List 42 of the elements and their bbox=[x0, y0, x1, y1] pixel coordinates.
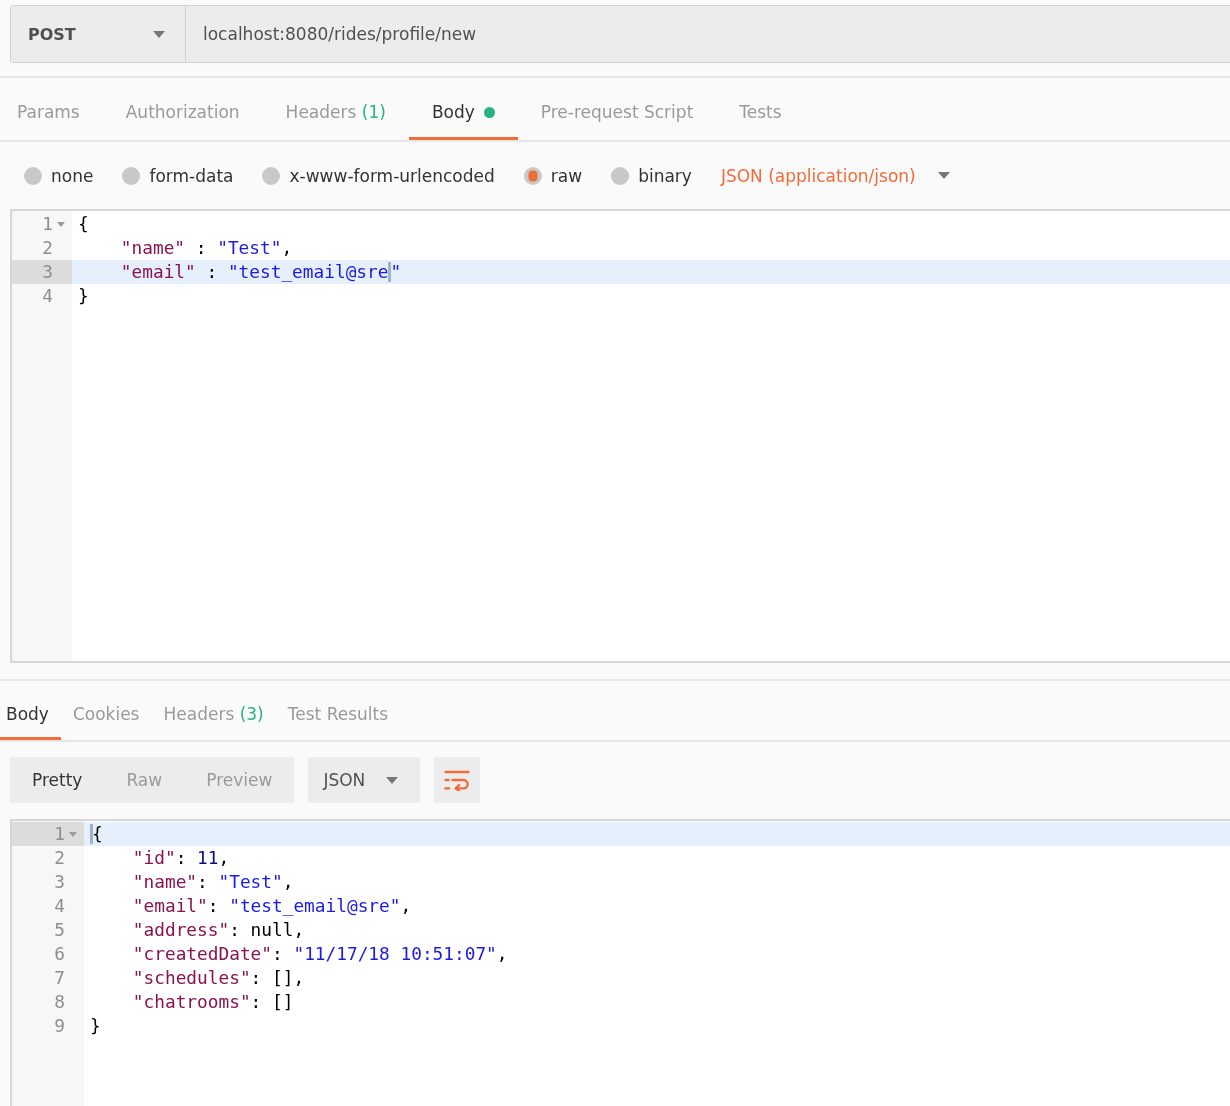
code-line: { bbox=[90, 823, 103, 844]
line-number: 1 bbox=[42, 212, 53, 236]
body-type-option[interactable]: binary bbox=[611, 165, 692, 186]
body-type-option[interactable]: form-data bbox=[122, 165, 234, 186]
line-number: 3 bbox=[54, 870, 65, 894]
fold-caret-icon[interactable] bbox=[57, 221, 65, 227]
code-line: "chatrooms": [] bbox=[132, 991, 294, 1012]
line-number: 2 bbox=[54, 846, 65, 870]
line-number: 1 bbox=[54, 822, 65, 846]
view-mode-tab[interactable]: Pretty bbox=[10, 757, 105, 803]
code-editor[interactable]: 1 2 3 4 { "name" : "Test", "email" : "test_email@sre" } bbox=[10, 209, 1230, 663]
code-line: } bbox=[78, 285, 89, 306]
line-number: 5 bbox=[54, 918, 65, 942]
code-line: "email": "test_email@sre", bbox=[132, 895, 412, 916]
line-number: 4 bbox=[54, 894, 65, 918]
wrap-lines-button[interactable] bbox=[434, 757, 481, 803]
code-line: "id": 11, bbox=[132, 847, 230, 868]
line-number: 2 bbox=[42, 236, 53, 260]
format-dropdown[interactable]: JSON bbox=[308, 757, 421, 803]
line-number: 9 bbox=[54, 1014, 65, 1038]
fold-caret-icon[interactable] bbox=[69, 831, 77, 837]
line-number: 8 bbox=[54, 990, 65, 1014]
code-line: "name" : "Test", bbox=[120, 237, 293, 258]
code-line: { bbox=[78, 213, 89, 234]
line-number: 4 bbox=[42, 284, 53, 308]
code-line: "name": "Test", bbox=[132, 871, 294, 892]
body-type-option[interactable]: raw bbox=[523, 165, 583, 186]
code-editor[interactable]: 1 2 3 4 5 6 7 8 9 { "id": 11, "name": "Test", "email": "test_email@sre", "address": null, "createdDate": "11/17/18 10:51:07", "schedules": [], "chatrooms": [] } bbox=[10, 819, 1230, 1106]
response-tab[interactable]: Body bbox=[0, 681, 61, 740]
line-number: 7 bbox=[54, 966, 65, 990]
request-tab[interactable]: Body bbox=[408, 78, 518, 140]
caret-icon bbox=[386, 776, 399, 784]
line-number: 3 bbox=[42, 260, 53, 284]
code-line: "createdDate": "11/17/18 10:51:07", bbox=[132, 943, 508, 964]
code-line: "address": null, bbox=[132, 919, 305, 940]
body-type-option[interactable]: none bbox=[24, 165, 94, 186]
code-line: "schedules": [], bbox=[132, 967, 305, 988]
code-line: "email" : "test_email@sre" bbox=[120, 261, 402, 282]
line-number: 6 bbox=[54, 942, 65, 966]
code-line: } bbox=[90, 1015, 101, 1036]
caret-icon bbox=[937, 172, 950, 179]
body-type-option[interactable]: x-www-form-urlencoded bbox=[262, 165, 495, 186]
